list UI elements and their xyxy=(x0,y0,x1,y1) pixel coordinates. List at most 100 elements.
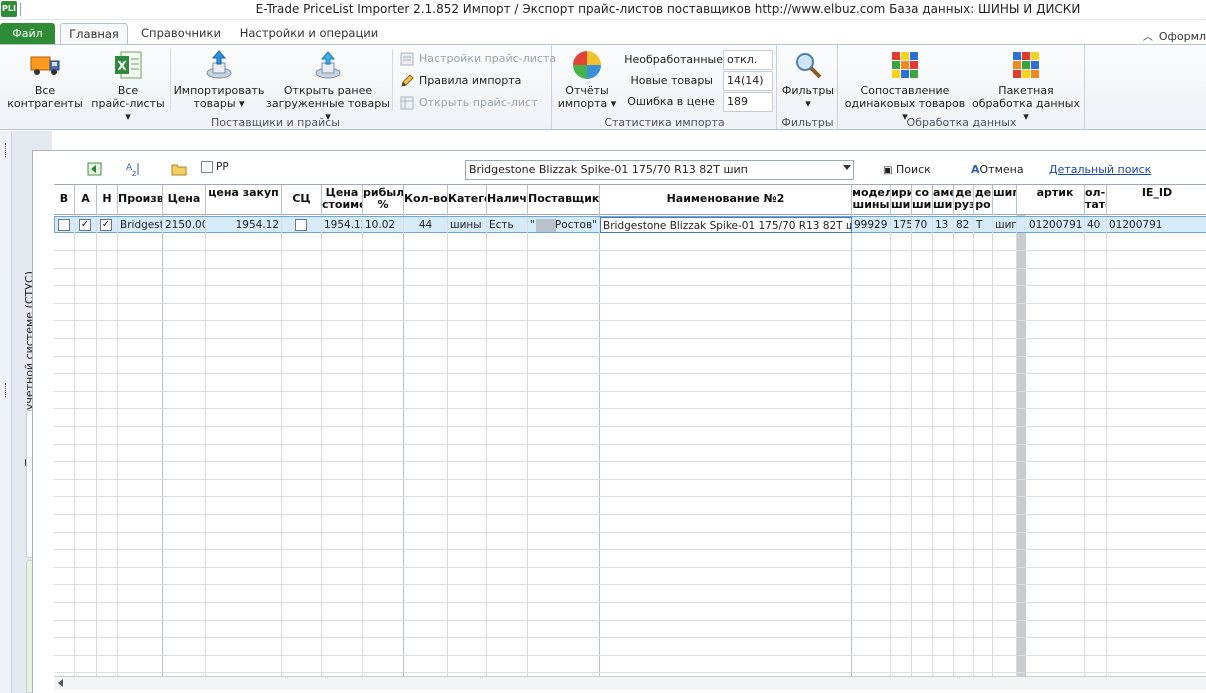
col-header-category[interactable]: Катего xyxy=(448,185,487,215)
tab-home[interactable]: Главная xyxy=(60,23,128,44)
checkbox-n[interactable]: ✓ xyxy=(100,219,112,231)
cell-diameter[interactable]: 13 xyxy=(933,217,954,233)
checkbox-a[interactable]: ✓ xyxy=(79,219,91,231)
col-header-buy-price[interactable]: цена закуп xyxy=(206,185,282,215)
col-header-qty2[interactable]: ол-втато xyxy=(1085,185,1107,215)
empty-table-row[interactable] xyxy=(54,498,1206,515)
col-header-diameter[interactable]: амешин xyxy=(933,185,954,215)
import-reports-button[interactable]: Отчёты импорта ▾ xyxy=(555,49,619,110)
empty-table-row[interactable] xyxy=(54,252,1206,269)
col-header-width[interactable]: ириншин xyxy=(891,185,912,215)
import-goods-button[interactable]: Импортировать товары ▾ xyxy=(172,49,266,110)
tab-settings-operations[interactable]: Настройки и операции xyxy=(236,23,382,44)
cell-supplier[interactable]: " Ростов" xyxy=(528,217,600,233)
col-header-supplier[interactable]: Поставщик xyxy=(528,185,600,215)
col-header-model[interactable]: моделишины xyxy=(852,185,891,215)
empty-table-row[interactable] xyxy=(54,656,1206,674)
checkbox-sc[interactable] xyxy=(295,219,307,231)
cell-b[interactable] xyxy=(55,217,75,233)
cell-category[interactable]: шины xyxy=(448,217,487,233)
tab-design-partial[interactable]: ︿ Оформл xyxy=(1143,28,1206,43)
empty-table-row[interactable] xyxy=(54,375,1206,392)
tab-references[interactable]: Справочники xyxy=(136,23,226,44)
empty-table-row[interactable] xyxy=(54,428,1206,445)
cell-margin[interactable]: 10.02 xyxy=(363,217,404,233)
cell-sc[interactable] xyxy=(282,217,322,233)
import-rules-button[interactable]: Правила импорта xyxy=(400,72,521,90)
empty-table-row[interactable] xyxy=(54,604,1206,621)
col-header-ie-id[interactable]: IE_ID xyxy=(1107,185,1206,215)
checkbox-b[interactable] xyxy=(58,219,70,231)
pricelist-settings-button[interactable]: Настройки прайс-листа xyxy=(400,50,556,68)
cell-load[interactable]: 82 xyxy=(954,217,974,233)
empty-table-row[interactable] xyxy=(54,410,1206,427)
col-header-availability[interactable]: Наличи xyxy=(487,185,528,215)
cell-qty2[interactable]: 40 xyxy=(1085,217,1107,233)
empty-table-row[interactable] xyxy=(54,287,1206,304)
tab-file[interactable]: Файл xyxy=(0,23,55,44)
empty-table-row[interactable] xyxy=(54,269,1206,287)
cell-profile[interactable]: 70 xyxy=(912,217,933,233)
batch-processing-button[interactable]: Пакетная обработка данных ▾ xyxy=(969,49,1083,123)
col-header-article[interactable]: артик xyxy=(1026,185,1085,215)
empty-table-row[interactable] xyxy=(54,445,1206,463)
col-header-speed[interactable]: де ро xyxy=(974,185,993,215)
empty-table-row[interactable] xyxy=(54,340,1206,357)
all-pricelists-button[interactable]: X Все прайс-листы ▾ xyxy=(88,49,168,123)
col-header-b[interactable]: В xyxy=(54,185,75,215)
cell-spike[interactable]: шип xyxy=(993,217,1017,233)
chevron-up-icon[interactable]: ︿ xyxy=(1143,32,1153,43)
horizontal-scrollbar[interactable] xyxy=(54,676,1206,690)
empty-table-row[interactable] xyxy=(54,480,1206,498)
col-header-n[interactable]: Н xyxy=(97,185,118,215)
empty-table-row[interactable] xyxy=(54,568,1206,586)
folder-icon[interactable] xyxy=(171,161,187,177)
cell-qty[interactable]: 44 xyxy=(404,217,448,233)
empty-table-row[interactable] xyxy=(54,533,1206,551)
filters-button[interactable]: Фильтры ▾ xyxy=(780,49,836,110)
search-combo[interactable]: Bridgestone Blizzak Spike-01 175/70 R13 … xyxy=(465,160,854,180)
cell-article[interactable]: 01200791 xyxy=(1027,217,1085,233)
advanced-search-link[interactable]: Детальный поиск xyxy=(1049,163,1151,176)
search-button[interactable]: ▣ Поиск xyxy=(883,163,931,176)
col-header-spike[interactable]: шип xyxy=(993,185,1017,215)
grip-handle[interactable] xyxy=(5,383,7,397)
col-header-price[interactable]: Цена xyxy=(163,185,206,215)
data-grid[interactable]: В А Н Произв Цена цена закуп СЦ Цена стои… xyxy=(54,184,1206,676)
open-loaded-goods-button[interactable]: Открыть ранее загруженные товары ▾ xyxy=(266,49,390,123)
empty-table-row[interactable] xyxy=(54,551,1206,568)
export-icon[interactable] xyxy=(87,161,103,177)
cell-speed[interactable]: T xyxy=(974,217,993,233)
cell-cost[interactable]: 1954.12 xyxy=(322,217,363,233)
empty-table-row[interactable] xyxy=(54,322,1206,339)
col-header-sc[interactable]: СЦ xyxy=(282,185,322,215)
chevron-down-icon[interactable] xyxy=(843,165,851,170)
left-dock-strip[interactable] xyxy=(0,131,12,693)
cell-ie-id[interactable]: 01200791 xyxy=(1107,217,1206,233)
match-goods-button[interactable]: Сопоставление одинаковых товаров ▾ xyxy=(841,49,969,123)
pp-checkbox[interactable] xyxy=(201,161,213,173)
grip-handle[interactable] xyxy=(5,143,7,157)
col-header-load[interactable]: де руз xyxy=(954,185,974,215)
col-header-qty[interactable]: Кол-во xyxy=(404,185,448,215)
cell-availability[interactable]: Есть xyxy=(487,217,528,233)
open-pricelist-button[interactable]: Открыть прайс-лист xyxy=(400,94,537,112)
cell-model[interactable]: 99929 xyxy=(852,217,891,233)
empty-table-row[interactable] xyxy=(54,463,1206,480)
col-header-maker[interactable]: Произв xyxy=(118,185,163,215)
sort-icon[interactable]: Az xyxy=(125,161,141,178)
col-header-name2[interactable]: Наименование №2 xyxy=(600,185,852,215)
empty-table-row[interactable] xyxy=(54,516,1206,533)
cancel-button[interactable]: AОтмена xyxy=(971,163,1024,176)
cell-n[interactable]: ✓ xyxy=(97,217,118,233)
col-header-a[interactable]: А xyxy=(75,185,97,215)
cell-maker[interactable]: Bridgesto xyxy=(118,217,163,233)
scroll-left-icon[interactable] xyxy=(58,679,63,687)
col-header-margin[interactable]: рибыл% xyxy=(363,185,404,215)
cell-buy-price[interactable]: 1954.12 xyxy=(206,217,282,233)
empty-table-row[interactable] xyxy=(54,621,1206,639)
cell-a[interactable]: ✓ xyxy=(75,217,97,233)
cell-width[interactable]: 175 xyxy=(891,217,912,233)
all-contractors-button[interactable]: Все контрагенты xyxy=(4,49,86,110)
table-row[interactable]: ✓ ✓ Bridgesto 2150.00 1954.12 1954.12 10… xyxy=(54,216,1206,233)
